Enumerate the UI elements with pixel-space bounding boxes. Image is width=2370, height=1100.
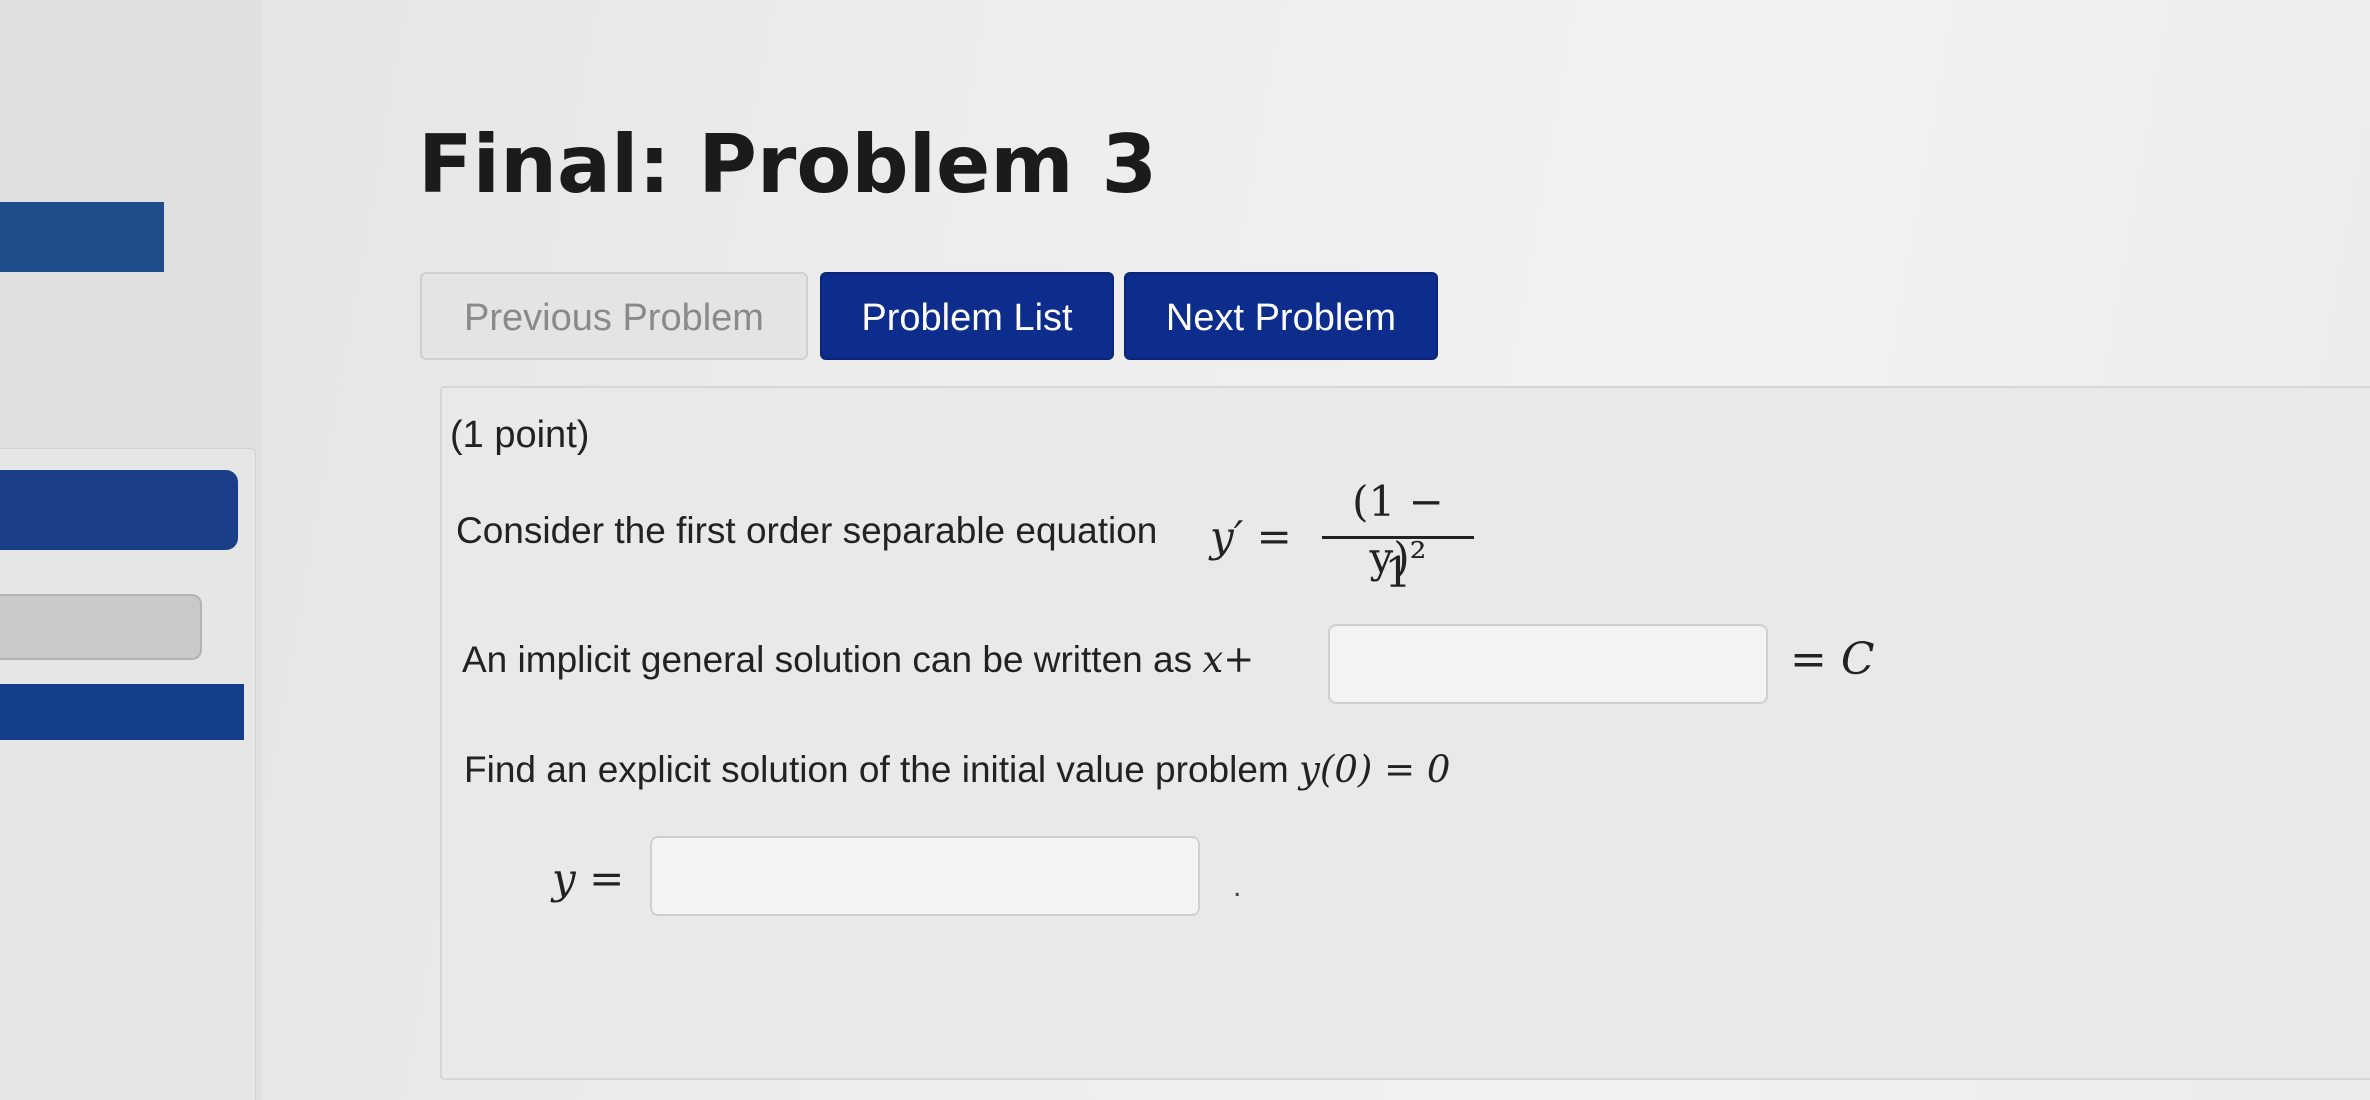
previous-problem-button[interactable]: Previous Problem	[420, 272, 808, 360]
sidebar-header-block[interactable]	[0, 202, 164, 272]
explicit-solution-text: Find an explicit solution of the initial…	[464, 749, 1289, 790]
explicit-solution-prompt: Find an explicit solution of the initial…	[464, 748, 1450, 791]
implicit-suffix: = C	[1790, 634, 1875, 685]
implicit-solution-prompt: An implicit general solution can be writ…	[462, 638, 1254, 681]
explicit-answer-label: y =	[552, 854, 625, 903]
page-title: Final: Problem 3	[418, 118, 1158, 211]
sidebar	[0, 0, 262, 1100]
implicit-answer-input[interactable]	[1328, 624, 1768, 704]
problem-points: (1 point)	[450, 414, 590, 456]
webwork-screen: Final: Problem 3 Previous Problem Proble…	[0, 0, 2370, 1100]
problem-statement: Consider the first order separable equat…	[456, 510, 1158, 551]
problem-list-button[interactable]: Problem List	[820, 272, 1114, 360]
fraction-numerator: (1 − y)²	[1352, 477, 1444, 582]
next-problem-button[interactable]: Next Problem	[1124, 272, 1438, 360]
explicit-answer-input[interactable]	[650, 836, 1200, 916]
implicit-solution-text: An implicit general solution can be writ…	[462, 639, 1193, 680]
implicit-prefix: x+	[1202, 638, 1255, 681]
trailing-period: .	[1233, 870, 1242, 903]
initial-condition: y(0) = 0	[1299, 748, 1451, 791]
fraction-denominator: 1	[1384, 548, 1412, 597]
sidebar-nav-item-highlight[interactable]	[0, 684, 244, 740]
sidebar-nav-item[interactable]	[0, 594, 202, 660]
equation-fraction: (1 − y)² 1	[1318, 474, 1478, 601]
equation-lhs: y′ =	[1210, 512, 1292, 561]
sidebar-nav-item-active[interactable]	[0, 470, 238, 550]
